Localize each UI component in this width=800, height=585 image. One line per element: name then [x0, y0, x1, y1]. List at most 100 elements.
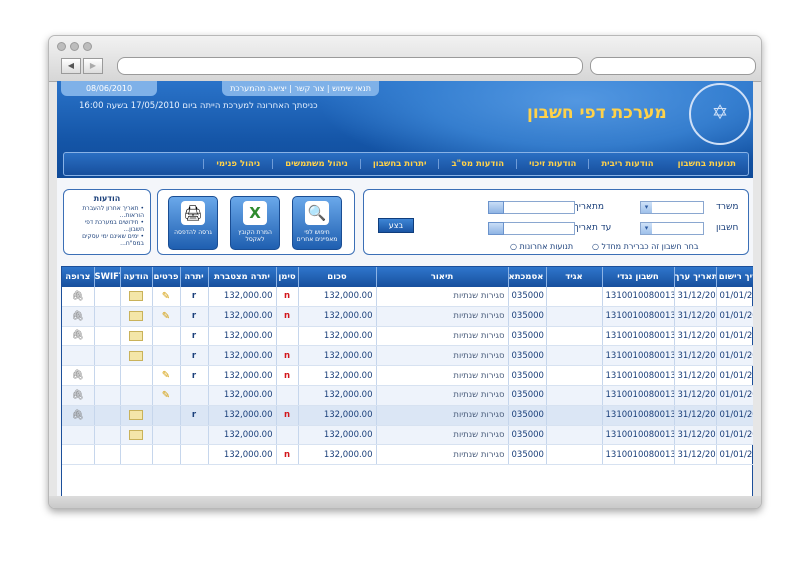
- notice-cell[interactable]: [120, 405, 153, 426]
- menu-internal-management[interactable]: ניהול פנימי: [203, 159, 272, 169]
- paperclip-icon[interactable]: 🖇: [71, 311, 84, 322]
- office-select[interactable]: ▾: [640, 201, 704, 214]
- paperclip-icon[interactable]: 🖇: [71, 410, 84, 421]
- value-date-cell: 31/12/2008: [674, 287, 717, 307]
- table-row[interactable]: r 132,000.00 n 132,000.00 סגירות שנתיות 03500…: [62, 345, 753, 367]
- back-button[interactable]: ◀: [61, 58, 81, 74]
- message-item[interactable]: • חידושים במערכת דפי חשבון...: [68, 219, 144, 233]
- menu-credit-notices[interactable]: הודעות זיכוי: [516, 159, 588, 169]
- to-date-input[interactable]: [498, 222, 575, 235]
- paperclip-icon[interactable]: 🖇: [71, 330, 84, 341]
- column-header-attachment[interactable]: צרופה: [62, 267, 95, 287]
- attachment-cell[interactable]: 🖇: [62, 405, 95, 426]
- menu-interest-notices[interactable]: הודעות ריבית: [588, 159, 665, 169]
- column-header-notice[interactable]: הודעה: [120, 267, 153, 287]
- message-item[interactable]: • ימים שאינם ימי עסקים במס"ח...: [68, 233, 144, 247]
- counter-account-cell: 1310010080013: [602, 425, 675, 446]
- last-moves-radio[interactable]: ○ תנועות אחרונות: [510, 242, 573, 251]
- from-date-input[interactable]: [498, 201, 575, 214]
- column-header-description[interactable]: תיאור: [376, 267, 509, 287]
- paperclip-icon[interactable]: 🖇: [71, 291, 84, 302]
- column-header-value-date[interactable]: תאריך ערך: [674, 267, 717, 287]
- table-row[interactable]: 🖇 r 132,000.00 132,000.00 סגירות שנתיות 03500…: [62, 326, 753, 347]
- paperclip-icon[interactable]: 🖇: [71, 390, 84, 401]
- column-header-details[interactable]: פרטים: [152, 267, 181, 287]
- notice-cell[interactable]: [120, 425, 153, 446]
- pencil-icon[interactable]: ✎: [162, 291, 170, 302]
- table-row[interactable]: 🖇 r 132,000.00 n 132,000.00 סגירות שנתיות 0350…: [62, 405, 753, 426]
- browser-window: ◀ ▶ 08/06/2010 תנאי שימוש | צור קשר | יצ…: [48, 35, 762, 509]
- notice-cell[interactable]: [120, 287, 153, 307]
- document-icon[interactable]: [129, 330, 143, 341]
- table-row[interactable]: 🖇 ✎ 132,000.00 132,000.00 סגירות שנתיות 03500…: [62, 385, 753, 406]
- description-cell: סגירות שנתיות: [376, 345, 509, 367]
- column-header-swift[interactable]: SWIFT: [94, 267, 121, 287]
- calendar-icon[interactable]: [488, 201, 504, 214]
- default-account-radio[interactable]: ○ בחר חשבון זה כברירת מחדל: [592, 242, 698, 251]
- calendar-icon[interactable]: [488, 222, 504, 235]
- export-excel-button[interactable]: X המרת הקובץ לאקסל: [230, 196, 280, 250]
- notice-cell[interactable]: [120, 326, 153, 347]
- browser-search-field[interactable]: [590, 57, 756, 75]
- details-cell[interactable]: ✎: [152, 287, 181, 307]
- document-icon[interactable]: [129, 409, 143, 420]
- description-cell: סגירות שנתיות: [376, 385, 509, 406]
- paperclip-icon[interactable]: 🖇: [71, 370, 84, 381]
- message-item[interactable]: • תאריך אחרון להעברת הוראות...: [68, 205, 144, 219]
- column-header-running-balance[interactable]: יתרה מצטברת: [208, 267, 277, 287]
- address-bar[interactable]: [117, 57, 583, 75]
- column-header-registration-date[interactable]: תאריך רישום: [716, 267, 753, 287]
- details-cell: [152, 405, 181, 426]
- description-cell: סגירות שנתיות: [376, 444, 509, 466]
- table-row[interactable]: 🖇 ✎ r 132,000.00 n 132,000.00 סגירות שנתיות 035…: [62, 287, 753, 307]
- table-row[interactable]: 132,000.00 132,000.00 סגירות שנתיות 035000 1…: [62, 425, 753, 446]
- link-contact[interactable]: צור קשר: [294, 84, 324, 93]
- table-row[interactable]: 🖇 ✎ r 132,000.00 n 132,000.00 סגירות שנתיות 035…: [62, 306, 753, 327]
- document-icon[interactable]: [129, 350, 143, 361]
- pencil-icon[interactable]: ✎: [162, 370, 170, 381]
- minimize-window-button[interactable]: [70, 42, 79, 51]
- go-button[interactable]: בצע: [378, 218, 414, 233]
- notice-cell[interactable]: [120, 345, 153, 367]
- column-header-counter-account[interactable]: חשבון נגדי: [602, 267, 675, 287]
- maximize-window-button[interactable]: [83, 42, 92, 51]
- site-header: 08/06/2010 תנאי שימוש | צור קשר | יציאה …: [57, 81, 753, 178]
- column-header-reference[interactable]: מס' אסמכתא: [508, 267, 547, 287]
- description-cell: סגירות שנתיות: [376, 425, 509, 446]
- advanced-search-button[interactable]: 🔍 חיפוש לפי מאפיינים אחרים: [292, 196, 342, 250]
- attachment-cell[interactable]: 🖇: [62, 326, 95, 347]
- menu-user-management[interactable]: ניהול משתמשים: [272, 159, 360, 169]
- counter-account-cell: 1310010080013: [602, 326, 675, 347]
- column-header-sign[interactable]: סימן: [276, 267, 299, 287]
- pencil-icon[interactable]: ✎: [162, 390, 170, 401]
- attachment-cell[interactable]: 🖇: [62, 287, 95, 307]
- attachment-cell[interactable]: 🖇: [62, 306, 95, 327]
- document-icon[interactable]: [129, 310, 143, 321]
- account-select[interactable]: ▾: [640, 222, 704, 235]
- menu-masav-notices[interactable]: הודעות מס"ב: [438, 159, 516, 169]
- column-header-balance-indicator[interactable]: יתרה: [180, 267, 209, 287]
- document-icon[interactable]: [129, 291, 143, 302]
- menu-account-transactions[interactable]: תנועות בחשבון: [666, 159, 748, 169]
- notice-cell[interactable]: [120, 306, 153, 327]
- link-logout[interactable]: יציאה מהמערכת: [230, 84, 287, 93]
- balance-indicator-cell: r: [180, 405, 209, 426]
- print-version-button[interactable]: 🖨 גרסה להדפסה: [168, 196, 218, 250]
- details-cell[interactable]: ✎: [152, 306, 181, 327]
- forward-button[interactable]: ▶: [83, 58, 103, 74]
- balance-indicator-cell: [180, 425, 209, 446]
- menu-account-balances[interactable]: יתרות בחשבון: [359, 159, 439, 169]
- details-cell[interactable]: ✎: [152, 385, 181, 406]
- attachment-cell[interactable]: 🖇: [62, 385, 95, 406]
- table-row[interactable]: 132,000.00 n 132,000.00 סגירות שנתיות 035000…: [62, 444, 753, 466]
- running-balance-cell: 132,000.00: [208, 444, 277, 466]
- column-header-amount[interactable]: סכום: [298, 267, 377, 287]
- attachment-cell[interactable]: 🖇: [62, 365, 95, 386]
- pencil-icon[interactable]: ✎: [162, 311, 170, 322]
- table-row[interactable]: 🖇 ✎ r 132,000.00 n 132,000.00 סגירות שנתיות 035…: [62, 365, 753, 386]
- details-cell[interactable]: ✎: [152, 365, 181, 386]
- close-window-button[interactable]: [57, 42, 66, 51]
- column-header-agid[interactable]: אגיד: [546, 267, 603, 287]
- link-terms[interactable]: תנאי שימוש: [332, 84, 371, 93]
- document-icon[interactable]: [129, 429, 143, 440]
